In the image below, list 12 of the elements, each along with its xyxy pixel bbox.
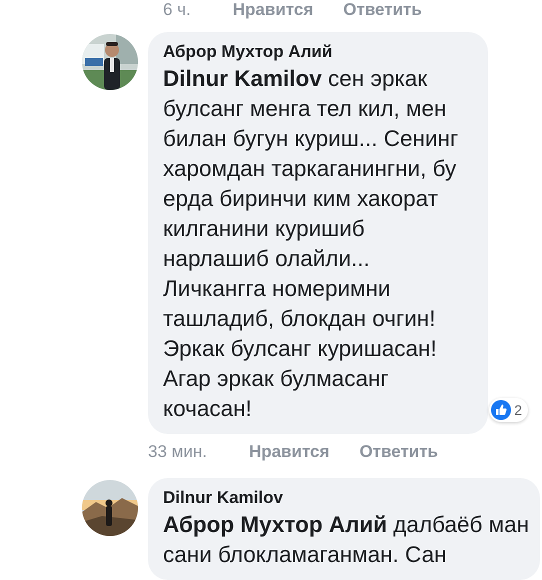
author-name[interactable]: Аброр Мухтор Алий [163, 42, 472, 62]
author-name[interactable]: Dilnur Kamilov [163, 488, 534, 508]
reply-link[interactable]: Ответить [343, 0, 422, 20]
comment-time: 6 ч. [163, 0, 191, 20]
like-link[interactable]: Нравится [232, 0, 314, 20]
like-link[interactable]: Нравится [248, 442, 330, 462]
reply-link[interactable]: Ответить [359, 442, 438, 462]
comment-text: Dilnur Kamilov сен эркак булсанг менга тел кил, мен билан бугун куриш... Сенинг харомдан таркаганингни, бу ерда биринчи ким хакорат килганини куришиб нарлашиб олайли... Личкангга номеримни ташладиб, блокдан очгин! Эркак булсанг куришасан! Агар эркак булмасанг кочасан! [163, 65, 460, 423]
reaction-badge[interactable]: 2 [489, 398, 528, 422]
comment-time: 33 мин. [148, 442, 207, 462]
comment-text: Аброр Мухтор Алий далбаёб ман сани блокламаганман. Сан [163, 511, 530, 569]
thumbs-up-icon [491, 400, 512, 420]
